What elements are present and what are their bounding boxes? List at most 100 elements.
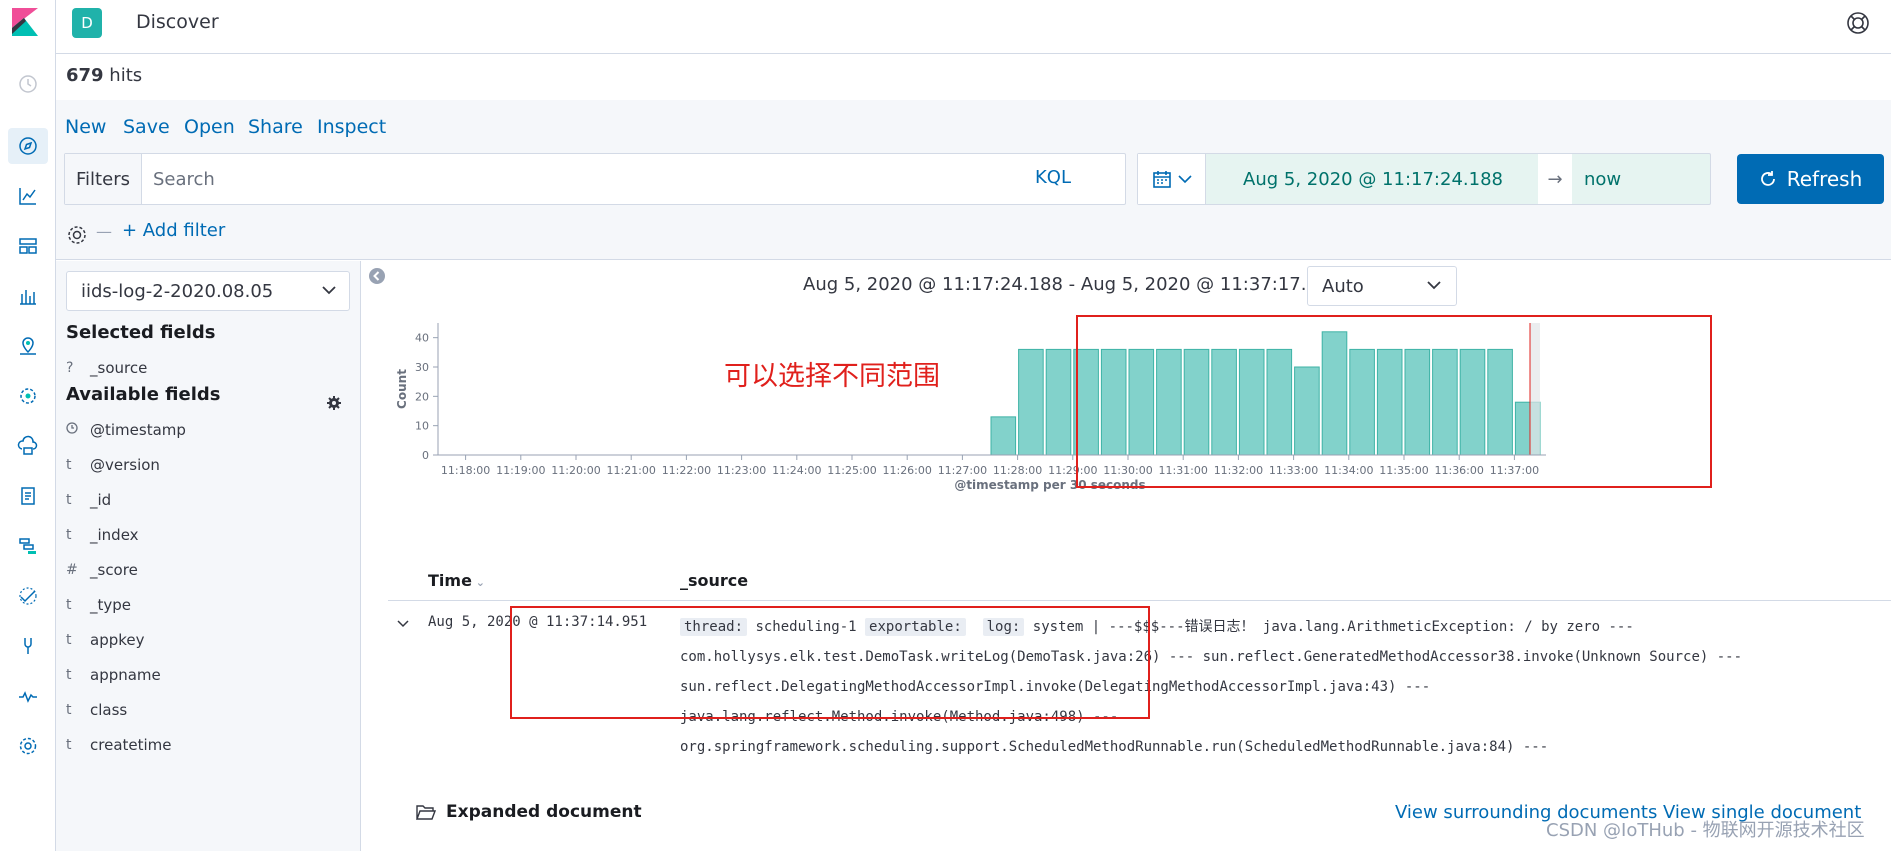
gear-icon[interactable] <box>326 395 342 411</box>
inspect-button[interactable]: Inspect <box>317 116 386 138</box>
clock-icon <box>66 422 90 438</box>
field-item[interactable]: t _index <box>66 520 346 550</box>
recently-viewed-icon[interactable] <box>8 66 48 102</box>
field-item[interactable]: t _id <box>66 485 346 515</box>
field-type-icon: t <box>66 597 72 613</box>
save-button[interactable]: Save <box>123 116 170 138</box>
canvas-nav-icon[interactable] <box>8 278 48 314</box>
uptime-nav-icon[interactable] <box>8 578 48 614</box>
field-type-icon: # <box>66 562 78 578</box>
x-tick-label: 11:21:00 <box>606 464 655 477</box>
field-name: @timestamp <box>90 421 186 439</box>
selected-fields-title: Selected fields <box>66 322 216 343</box>
expanded-document-header: Expanded document <box>416 802 642 822</box>
end-date[interactable]: now <box>1572 154 1712 204</box>
y-tick-label: 0 <box>422 449 429 462</box>
new-button[interactable]: New <box>65 116 106 138</box>
available-fields-title: Available fields <box>66 384 221 405</box>
watermark: CSDN @IoTHub - 物联网开源技术社区 <box>1546 820 1865 841</box>
field-name: class <box>90 701 128 719</box>
refresh-label: Refresh <box>1786 167 1863 191</box>
discover-nav-icon[interactable] <box>8 128 48 164</box>
dashboard-nav-icon[interactable] <box>8 228 48 264</box>
field-item[interactable]: t class <box>66 695 346 725</box>
query-toolbar: New Save Open Share Inspect Filters KQL … <box>56 100 1891 260</box>
share-button[interactable]: Share <box>248 116 303 138</box>
page-title: Discover <box>136 11 219 33</box>
field-item[interactable]: ? _source <box>66 353 346 383</box>
field-item[interactable]: # _score <box>66 555 346 585</box>
field-type-icon: t <box>66 527 72 543</box>
field-item[interactable]: t createtime <box>66 730 346 760</box>
gear-icon[interactable] <box>66 224 88 246</box>
add-filter-button[interactable]: + Add filter <box>122 220 225 241</box>
field-item[interactable]: t appkey <box>66 625 346 655</box>
space-avatar[interactable]: D <box>72 8 102 38</box>
y-tick-label: 20 <box>415 390 429 403</box>
dev-tools-nav-icon[interactable] <box>8 628 48 664</box>
field-item[interactable]: t appname <box>66 660 346 690</box>
field-name: appkey <box>90 631 145 649</box>
histogram-range: Aug 5, 2020 @ 11:17:24.188 - Aug 5, 2020… <box>803 274 1365 295</box>
y-axis-label: Count <box>395 369 409 409</box>
x-tick-label: 11:18:00 <box>441 464 490 477</box>
field-type-icon: t <box>66 737 72 753</box>
open-button[interactable]: Open <box>184 116 235 138</box>
collapse-sidebar-icon[interactable] <box>368 267 386 285</box>
kql-toggle[interactable]: KQL <box>1035 167 1071 188</box>
table-divider <box>388 600 1891 601</box>
annotation-box-chart <box>1076 315 1712 488</box>
x-tick-label: 11:28:00 <box>993 464 1042 477</box>
visualize-nav-icon[interactable] <box>8 178 48 214</box>
x-tick-label: 11:27:00 <box>938 464 987 477</box>
management-nav-icon[interactable] <box>8 728 48 764</box>
search-input[interactable] <box>153 164 1033 194</box>
x-tick-label: 11:23:00 <box>717 464 766 477</box>
start-date[interactable]: Aug 5, 2020 @ 11:17:24.188 <box>1208 154 1538 204</box>
calendar-icon <box>1152 171 1171 188</box>
stack-monitoring-nav-icon[interactable] <box>8 678 48 714</box>
histogram-bar <box>1018 348 1044 456</box>
apm-nav-icon[interactable] <box>8 528 48 564</box>
interval-label: Auto <box>1322 275 1364 297</box>
refresh-button[interactable]: Refresh <box>1737 154 1884 204</box>
kibana-app: D Discover 679 hits New Save Open Share … <box>0 0 1891 851</box>
column-header-time[interactable]: Time ⌄ <box>428 571 485 590</box>
x-tick-label: 11:22:00 <box>662 464 711 477</box>
x-tick-label: 11:20:00 <box>551 464 600 477</box>
interval-select[interactable]: Auto <box>1307 266 1457 306</box>
field-item[interactable]: @timestamp <box>66 415 346 445</box>
folder-open-icon <box>416 805 436 820</box>
field-type-icon: t <box>66 632 72 648</box>
field-item[interactable]: t _type <box>66 590 346 620</box>
column-header-source: _source <box>680 571 749 590</box>
maps-nav-icon[interactable] <box>8 328 48 364</box>
annotation-text: 可以选择不同范围 <box>724 361 940 392</box>
field-name: appname <box>90 666 161 684</box>
field-item[interactable]: t @version <box>66 450 346 480</box>
help-icon[interactable] <box>1845 10 1871 36</box>
left-nav <box>0 0 56 851</box>
date-picker: Aug 5, 2020 @ 11:17:24.188 → now <box>1137 153 1711 205</box>
kibana-logo-icon[interactable] <box>10 6 40 38</box>
top-header: D Discover <box>56 0 1891 54</box>
index-pattern-select[interactable]: iids-log-2-2020.08.05 <box>66 271 350 311</box>
hits-count: 679 hits <box>66 65 143 86</box>
logs-nav-icon[interactable] <box>8 478 48 514</box>
field-name: _score <box>90 561 138 579</box>
filter-separator: — <box>96 222 112 241</box>
x-tick-label: 11:19:00 <box>496 464 545 477</box>
refresh-icon <box>1760 171 1775 186</box>
chevron-down-icon <box>1427 281 1441 290</box>
chevron-down-icon[interactable] <box>396 617 410 631</box>
quick-menu-button[interactable] <box>1138 154 1206 204</box>
field-name: _source <box>90 359 148 377</box>
infrastructure-nav-icon[interactable] <box>8 428 48 464</box>
histogram-bar <box>990 416 1017 456</box>
ml-nav-icon[interactable] <box>8 378 48 414</box>
search-bar: Filters KQL <box>64 153 1126 205</box>
y-tick-label: 40 <box>415 332 429 345</box>
field-type-icon: t <box>66 702 72 718</box>
chevron-down-icon <box>1177 175 1192 184</box>
field-type-icon: ? <box>66 360 74 376</box>
